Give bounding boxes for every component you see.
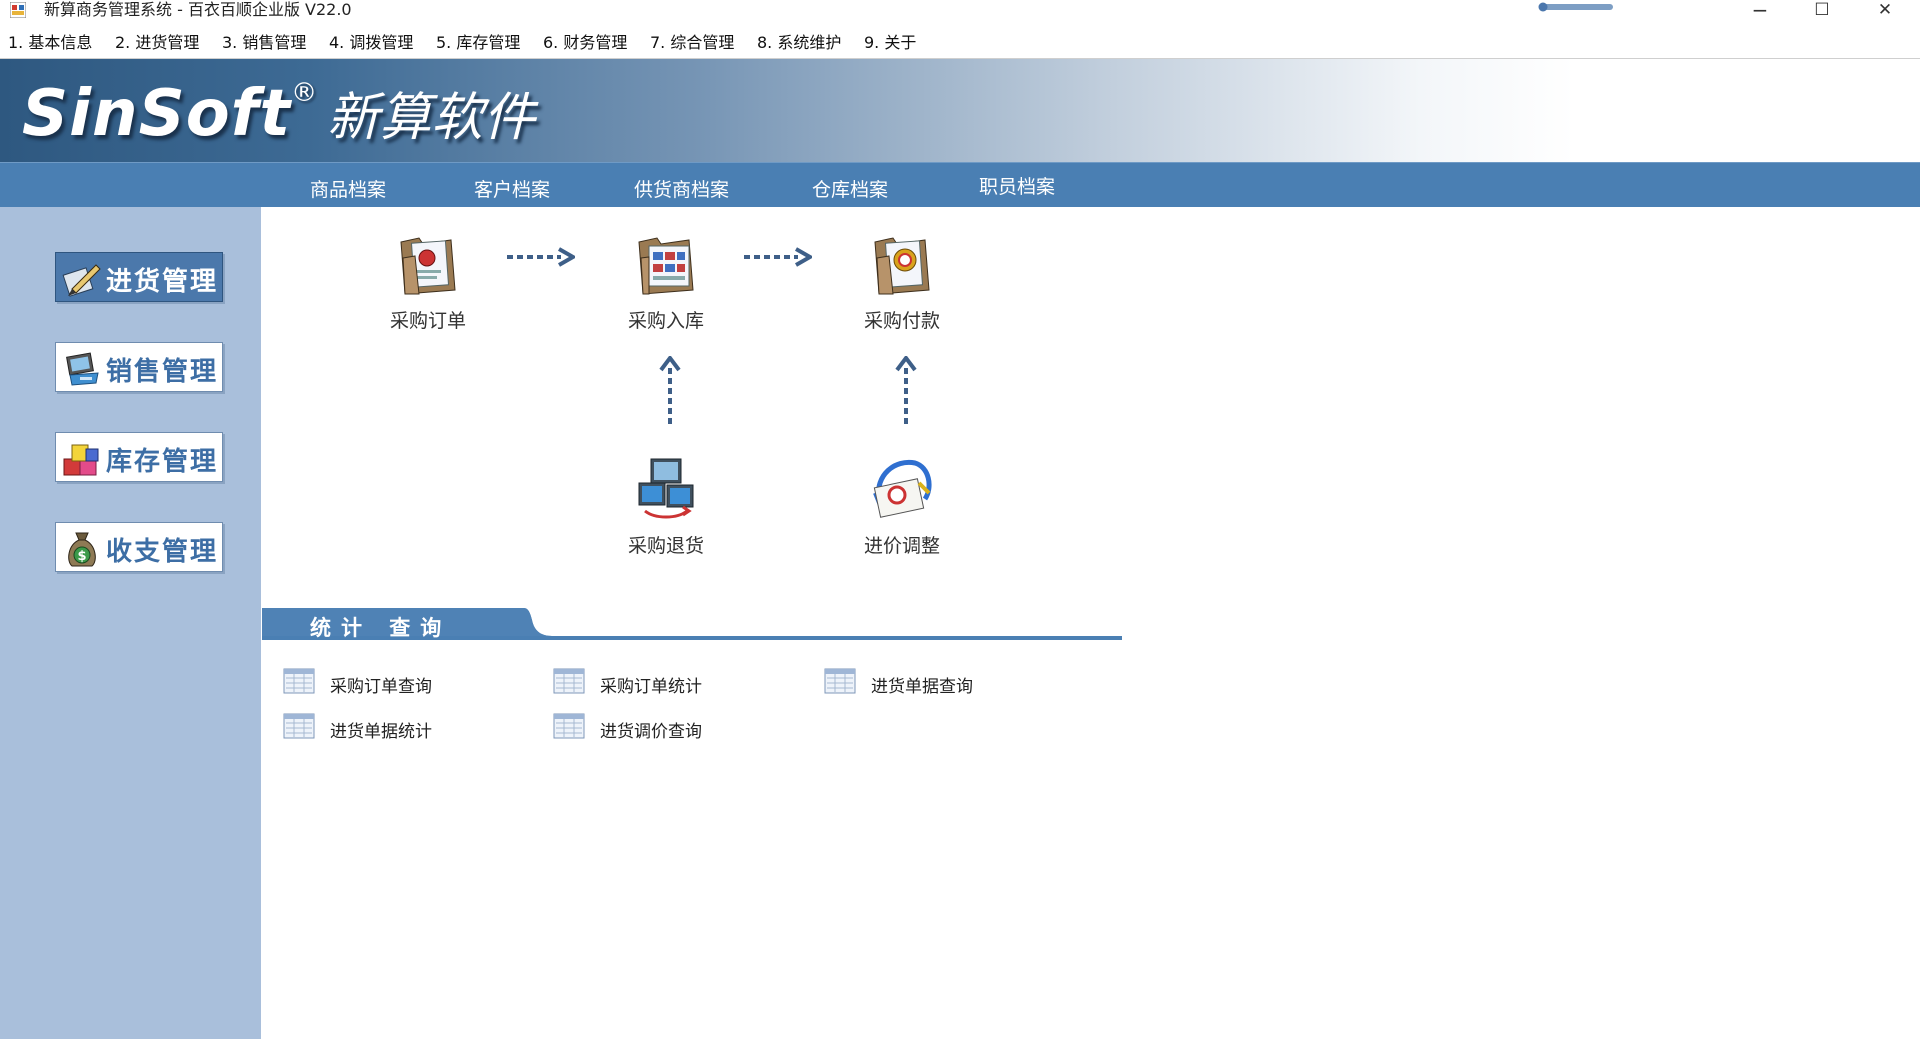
price-adjust-icon [873,459,932,518]
stat-link-label: 进货调价查询 [600,722,702,742]
logo-registered-mark: ® [291,78,318,108]
minimize-button[interactable]: − [1735,0,1785,22]
purchase-receipt-folder-icon [638,237,694,295]
stats-section-title: 统计 查询 [310,615,452,640]
nav-product-archive[interactable]: 商品档案 [310,175,386,202]
brand-logo: SinSoft® 新算软件 [22,75,535,151]
stat-link-purchase-price-adjust-query[interactable]: 进货调价查询 [553,713,743,742]
menu-bar: 1. 基本信息 2. 进货管理 3. 销售管理 4. 调拨管理 5. 库存管理 … [0,30,1920,59]
maximize-button[interactable]: ☐ [1797,0,1847,22]
flow-purchase-order-label: 采购订单 [389,310,466,332]
banner: SinSoft® 新算软件 [0,59,1920,162]
menu-purchase[interactable]: 2. 进货管理 [115,32,199,54]
nav-employee-archive[interactable]: 职员档案 [979,172,1055,199]
grid-report-icon [824,668,856,694]
stat-link-label: 采购订单统计 [600,677,702,697]
flow-price-adjustment[interactable]: 进价调整 [832,453,972,558]
flow-arrow-right-1 [507,247,575,267]
grid-report-icon [283,668,315,694]
purchase-payment-folder-icon [874,237,930,295]
menu-general[interactable]: 7. 综合管理 [650,32,734,54]
flow-purchase-order[interactable]: 采购订单 [358,228,498,333]
sidebar-inventory-label: 库存管理 [106,447,219,477]
money-bag-icon: $ [68,532,96,567]
stat-link-label: 采购订单查询 [330,677,432,697]
menu-transfer[interactable]: 4. 调拨管理 [329,32,413,54]
inventory-cubes-icon [63,444,99,476]
menu-system[interactable]: 8. 系统维护 [757,32,841,54]
stat-link-purchase-order-query[interactable]: 采购订单查询 [283,668,473,697]
menu-sales[interactable]: 3. 销售管理 [222,32,306,54]
flow-arrow-right-2 [744,247,812,267]
nav-warehouse-archive[interactable]: 仓库档案 [812,175,888,202]
flow-arrow-up-2 [895,356,917,424]
archive-nav-bar: 商品档案 客户档案 供货商档案 仓库档案 职员档案 [0,162,1920,207]
menu-finance[interactable]: 6. 财务管理 [543,32,627,54]
sales-pos-icon [66,352,99,386]
stat-link-label: 进货单据统计 [330,722,432,742]
purchase-order-folder-icon [400,237,456,295]
stat-link-label: 进货单据查询 [871,677,973,697]
app-window-icon [10,2,26,18]
sidebar-purchase-management[interactable]: 进货管理 [55,252,223,302]
sidebar-sales-management[interactable]: 销售管理 [55,342,223,392]
flow-purchase-payment-label: 采购付款 [863,310,940,332]
flow-purchase-receipt[interactable]: 采购入库 [596,228,736,333]
sidebar-income-expense-label: 收支管理 [106,537,219,567]
flow-price-adjustment-label: 进价调整 [863,535,940,557]
menu-about[interactable]: 9. 关于 [864,32,916,54]
grid-report-icon [553,668,585,694]
nav-supplier-archive[interactable]: 供货商档案 [634,175,729,202]
flow-purchase-return-label: 采购退货 [627,535,704,557]
sidebar-sales-label: 销售管理 [106,357,219,387]
flow-purchase-receipt-label: 采购入库 [627,310,704,332]
flow-purchase-payment[interactable]: 采购付款 [832,228,972,333]
svg-text:$: $ [77,549,86,564]
menu-inventory[interactable]: 5. 库存管理 [436,32,520,54]
menu-basic-info[interactable]: 1. 基本信息 [8,32,92,54]
window-title: 新算商务管理系统 - 百衣百顺企业版 V22.0 [44,0,352,19]
sidebar-income-expense-management[interactable]: $ 收支管理 [55,522,223,572]
sidebar-purchase-label: 进货管理 [106,267,219,297]
logo-text-en: SinSoft [22,77,292,151]
purchase-pen-icon [62,264,101,297]
close-button[interactable]: ✕ [1860,0,1910,22]
stat-link-purchase-document-stats[interactable]: 进货单据统计 [283,713,473,742]
stat-link-purchase-order-stats[interactable]: 采购订单统计 [553,668,743,697]
grid-report-icon [553,713,585,739]
sidebar: 进货管理 销售管理 库存管理 $ 收支管理 [0,207,261,1039]
opacity-slider[interactable] [1537,2,1615,12]
flow-purchase-return[interactable]: 采购退货 [596,453,736,558]
flow-arrow-up-1 [659,356,681,424]
grid-report-icon [283,713,315,739]
purchase-return-icon [638,458,694,519]
stat-link-purchase-document-query[interactable]: 进货单据查询 [824,668,1014,697]
sidebar-inventory-management[interactable]: 库存管理 [55,432,223,482]
title-bar: 新算商务管理系统 - 百衣百顺企业版 V22.0 − ☐ ✕ [0,0,1920,24]
logo-text-cn: 新算软件 [327,88,536,148]
nav-customer-archive[interactable]: 客户档案 [474,175,550,202]
